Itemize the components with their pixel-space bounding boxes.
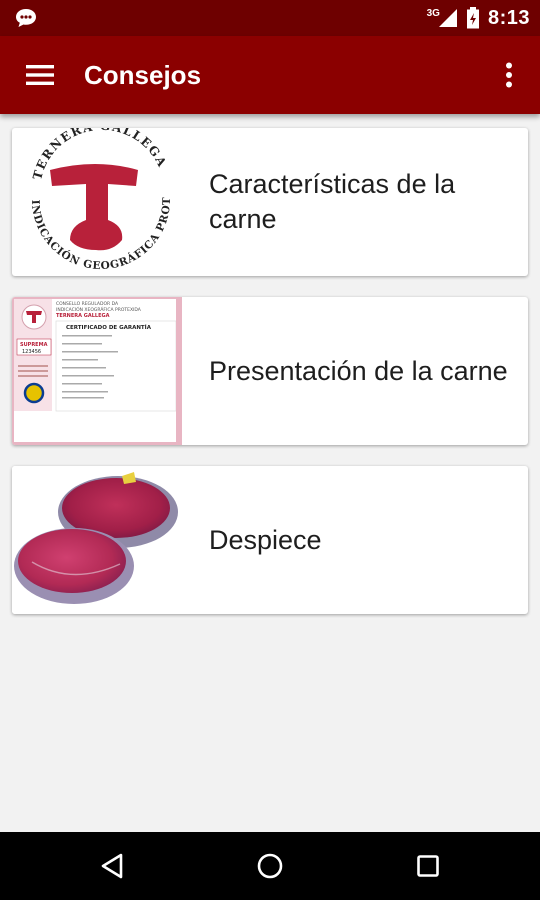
card-label: Características de la carne (209, 169, 456, 234)
cert-title: CERTIFICADO DE GARANTÍA (66, 323, 152, 331)
hamburger-menu-icon[interactable] (18, 57, 62, 93)
meat-cut-photo (12, 466, 182, 614)
app-bar: Consejos (0, 36, 540, 114)
cert-header-1: CONSELLO REGULADOR DA (56, 301, 119, 307)
card-label: Despiece (209, 524, 322, 555)
battery-icon (466, 7, 479, 29)
card-despiece[interactable]: Despiece (12, 466, 528, 614)
ternera-gallega-logo: TERNERA GALLEGA INDICACIÓN GEOGRÁFICA PR… (12, 128, 182, 276)
cert-brand: TERNERA GALLEGA (56, 313, 110, 319)
certificado-thumbnail: SUPREMA 123456 CONSELLO REGULADOR DA IND… (12, 297, 182, 445)
back-icon[interactable] (92, 848, 132, 884)
clock: 8:13 (487, 6, 530, 29)
more-vert-icon[interactable] (494, 57, 524, 93)
signal-icon (438, 9, 457, 27)
cert-header-2: INDICACIÓN XEOGRÁFICA PROTEXIDA (56, 306, 142, 313)
card-presentacion[interactable]: SUPREMA 123456 CONSELLO REGULADOR DA IND… (12, 297, 528, 445)
home-icon[interactable] (250, 848, 290, 884)
cert-grade: SUPREMA (20, 342, 48, 348)
notification-icon (16, 9, 36, 27)
status-bar: 3G 8:13 (0, 0, 540, 36)
content-list: TERNERA GALLEGA INDICACIÓN GEOGRÁFICA PR… (0, 114, 540, 832)
cert-number: 123456 (22, 349, 41, 355)
page-title: Consejos (84, 60, 202, 90)
card-caracteristicas[interactable]: TERNERA GALLEGA INDICACIÓN GEOGRÁFICA PR… (12, 128, 528, 276)
navigation-bar (0, 832, 540, 900)
recents-icon[interactable] (408, 848, 448, 884)
card-label: Presentación de la carne (209, 355, 508, 386)
